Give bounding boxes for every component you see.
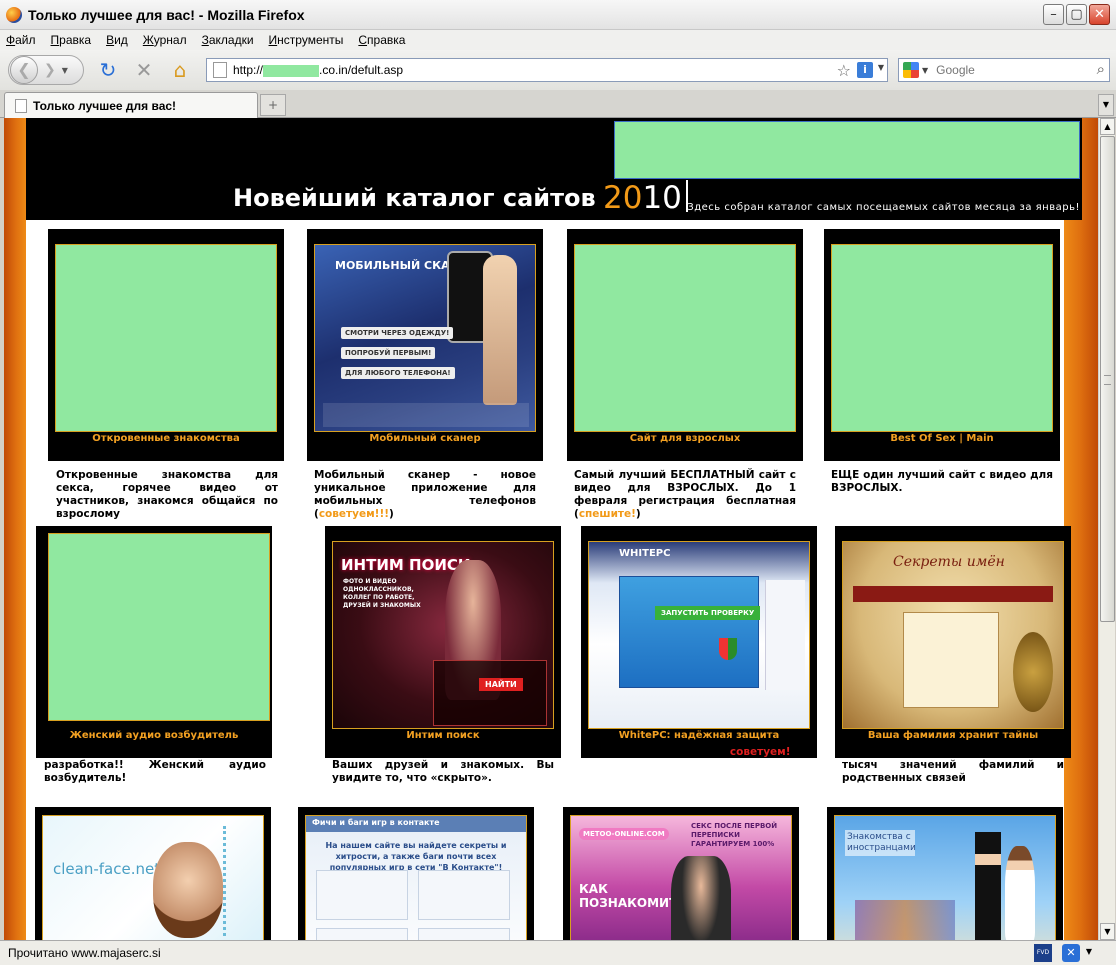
site-card[interactable]: METOO-ONLINE.COM СЕКС ПОСЛЕ ПЕРВОЙ ПЕРЕП…: [563, 807, 799, 940]
site-card[interactable]: Откровенные знакомства: [48, 229, 284, 461]
search-bar[interactable]: ▼ ⌕: [898, 58, 1110, 82]
url-redacted-mask: [263, 64, 320, 77]
search-icon[interactable]: ⌕: [1097, 60, 1105, 78]
url-text[interactable]: http://.co.in/defult.asp: [233, 63, 403, 77]
site-thumbnail[interactable]: Секреты имён: [842, 541, 1064, 729]
site-card[interactable]: Секреты имён Ваша фамилия хранит тайны: [835, 526, 1071, 758]
site-description: Откровенные знакомства для секса, горяче…: [56, 469, 278, 520]
site-thumbnail[interactable]: [48, 533, 270, 721]
site-card[interactable]: Best Of Sex | Main: [824, 229, 1060, 461]
menu-view[interactable]: Вид: [106, 33, 128, 47]
site-caption[interactable]: Ваша фамилия хранит тайны: [835, 730, 1071, 741]
site-thumbnail[interactable]: ИНТИМ ПОИСК ФОТО И ВИДЕО ОДНОКЛАССНИКОВ,…: [332, 541, 554, 729]
window-title: Только лучшее для вас! - Mozilla Firefox: [28, 6, 305, 23]
site-caption[interactable]: Интим поиск: [325, 730, 561, 741]
back-forward-group: ❮ ❯ ▼: [8, 55, 84, 85]
addon-dropdown-icon[interactable]: ▼: [1086, 947, 1092, 956]
site-description: Новая реально работающая разработка!! Же…: [44, 746, 266, 784]
site-thumbnail[interactable]: clean-face.net: [42, 815, 264, 940]
site-caption[interactable]: Откровенные знакомства: [48, 433, 284, 444]
site-thumbnail[interactable]: WHITEPC ЗАПУСТИТЬ ПРОВЕРКУ: [588, 541, 810, 729]
status-text: Прочитано www.majaserc.si: [8, 946, 161, 960]
site-description: ЕЩЕ один лучший сайт с видео для ВЗРОСЛЫ…: [831, 469, 1053, 494]
menu-bar: Файл Правка Вид Журнал Закладки Инструме…: [0, 30, 1116, 50]
menu-tools[interactable]: Инструменты: [269, 33, 344, 47]
stop-icon[interactable]: ✕: [132, 58, 156, 82]
site-info-icon[interactable]: i: [857, 62, 873, 78]
menu-file[interactable]: Файл: [6, 33, 36, 47]
vertical-scrollbar[interactable]: ▲ ▼: [1098, 118, 1115, 940]
status-bar: Прочитано www.majaserc.si FVD ✕ ▼: [0, 940, 1116, 965]
site-card[interactable]: ИНТИМ ПОИСК ФОТО И ВИДЕО ОДНОКЛАССНИКОВ,…: [325, 526, 561, 758]
site-card[interactable]: WHITEPC ЗАПУСТИТЬ ПРОВЕРКУ WhitePC: надё…: [581, 526, 817, 758]
year-label: 2010: [603, 180, 688, 216]
site-caption[interactable]: WhitePC: надёжная защита: [581, 730, 817, 741]
new-tab-button[interactable]: +: [260, 94, 286, 116]
google-engine-icon[interactable]: [903, 62, 919, 78]
minimize-button[interactable]: –: [1043, 4, 1064, 25]
site-thumbnail[interactable]: METOO-ONLINE.COM СЕКС ПОСЛЕ ПЕРВОЙ ПЕРЕП…: [570, 815, 792, 940]
close-button[interactable]: ✕: [1089, 4, 1110, 25]
reload-icon[interactable]: ↻: [96, 58, 120, 82]
url-dropdown-icon[interactable]: ▼: [878, 63, 884, 72]
scroll-down-icon[interactable]: ▼: [1100, 923, 1115, 940]
site-caption[interactable]: Best Of Sex | Main: [824, 433, 1060, 444]
page-viewport: Новейший каталог сайтов 2010 Здесь собра…: [4, 118, 1098, 940]
addon-icon[interactable]: ✕: [1062, 944, 1080, 962]
site-card[interactable]: МОБИЛЬНЫЙ СКАНЕР СМОТРИ ЧЕРЕЗ ОДЕЖДУ! ПО…: [307, 229, 543, 461]
window-titlebar: Только лучшее для вас! - Mozilla Firefox…: [0, 0, 1116, 30]
firefox-logo-icon: [6, 6, 22, 23]
site-caption[interactable]: Сайт для взрослых: [567, 433, 803, 444]
history-dropdown-icon[interactable]: ▼: [62, 66, 68, 75]
site-card[interactable]: clean-face.net: [35, 807, 271, 940]
forward-button[interactable]: ❯: [44, 62, 56, 78]
menu-bookmarks[interactable]: Закладки: [202, 33, 254, 47]
site-thumbnail[interactable]: МОБИЛЬНЫЙ СКАНЕР СМОТРИ ЧЕРЕЗ ОДЕЖДУ! ПО…: [314, 244, 536, 432]
engine-dropdown-icon[interactable]: ▼: [922, 66, 928, 75]
menu-edit[interactable]: Правка: [51, 33, 92, 47]
page-title: Новейший каталог сайтов: [233, 184, 596, 212]
site-thumbnail[interactable]: [831, 244, 1053, 432]
banner-ad-placeholder[interactable]: [614, 121, 1080, 179]
site-description: Наша база содержит более 80 тысяч значен…: [842, 746, 1064, 784]
menu-help[interactable]: Справка: [358, 33, 405, 47]
site-header: Новейший каталог сайтов 2010 Здесь собра…: [26, 118, 1082, 220]
site-card[interactable]: Фичи и баги игр в контакте На нашем сайт…: [298, 807, 534, 940]
site-caption[interactable]: Женский аудио возбудитель: [36, 730, 272, 741]
menu-history[interactable]: Журнал: [143, 33, 187, 47]
site-description: Самый лучший БЕСПЛАТНЫЙ сайт с видео для…: [574, 469, 796, 520]
header-subtitle: Здесь собран каталог самых посещаемых са…: [687, 202, 1080, 213]
bookmark-star-icon[interactable]: ☆: [837, 61, 851, 80]
search-input[interactable]: [936, 63, 1087, 77]
tab-active[interactable]: Только лучшее для вас!: [4, 92, 258, 118]
scrollbar-thumb[interactable]: [1100, 136, 1115, 622]
site-description: Мобильный сканер - новое уникальное прил…: [314, 469, 536, 520]
tab-list-icon[interactable]: ▼: [1098, 94, 1114, 116]
site-description: Интим поиск: откровенные фото Ваших друз…: [332, 746, 554, 784]
back-button[interactable]: ❮: [10, 56, 38, 84]
page-icon: [213, 62, 227, 78]
site-thumbnail[interactable]: Фичи и баги игр в контакте На нашем сайт…: [305, 815, 527, 940]
download-addon-icon[interactable]: FVD: [1034, 944, 1052, 962]
navigation-toolbar: ❮ ❯ ▼ ↻ ✕ ⌂ http://.co.in/defult.asp ☆ i…: [0, 50, 1116, 90]
home-icon[interactable]: ⌂: [168, 58, 192, 82]
site-card[interactable]: Знакомства с иностранцами: [827, 807, 1063, 940]
site-caption[interactable]: Мобильный сканер: [307, 433, 543, 444]
maximize-button[interactable]: ▢: [1066, 4, 1087, 25]
scroll-up-icon[interactable]: ▲: [1100, 118, 1115, 135]
site-card[interactable]: Женский аудио возбудитель: [36, 526, 272, 758]
site-card[interactable]: Сайт для взрослых: [567, 229, 803, 461]
site-description: Лучшая защита года! (советуем!): [588, 746, 796, 758]
tab-title: Только лучшее для вас!: [33, 98, 177, 113]
site-thumbnail[interactable]: [574, 244, 796, 432]
tab-bar: Только лучшее для вас! + ▼: [0, 90, 1116, 118]
site-thumbnail[interactable]: [55, 244, 277, 432]
site-thumbnail[interactable]: Знакомства с иностранцами: [834, 815, 1056, 940]
address-bar[interactable]: http://.co.in/defult.asp ☆ i ▼: [206, 58, 888, 82]
tab-page-icon: [15, 98, 27, 113]
